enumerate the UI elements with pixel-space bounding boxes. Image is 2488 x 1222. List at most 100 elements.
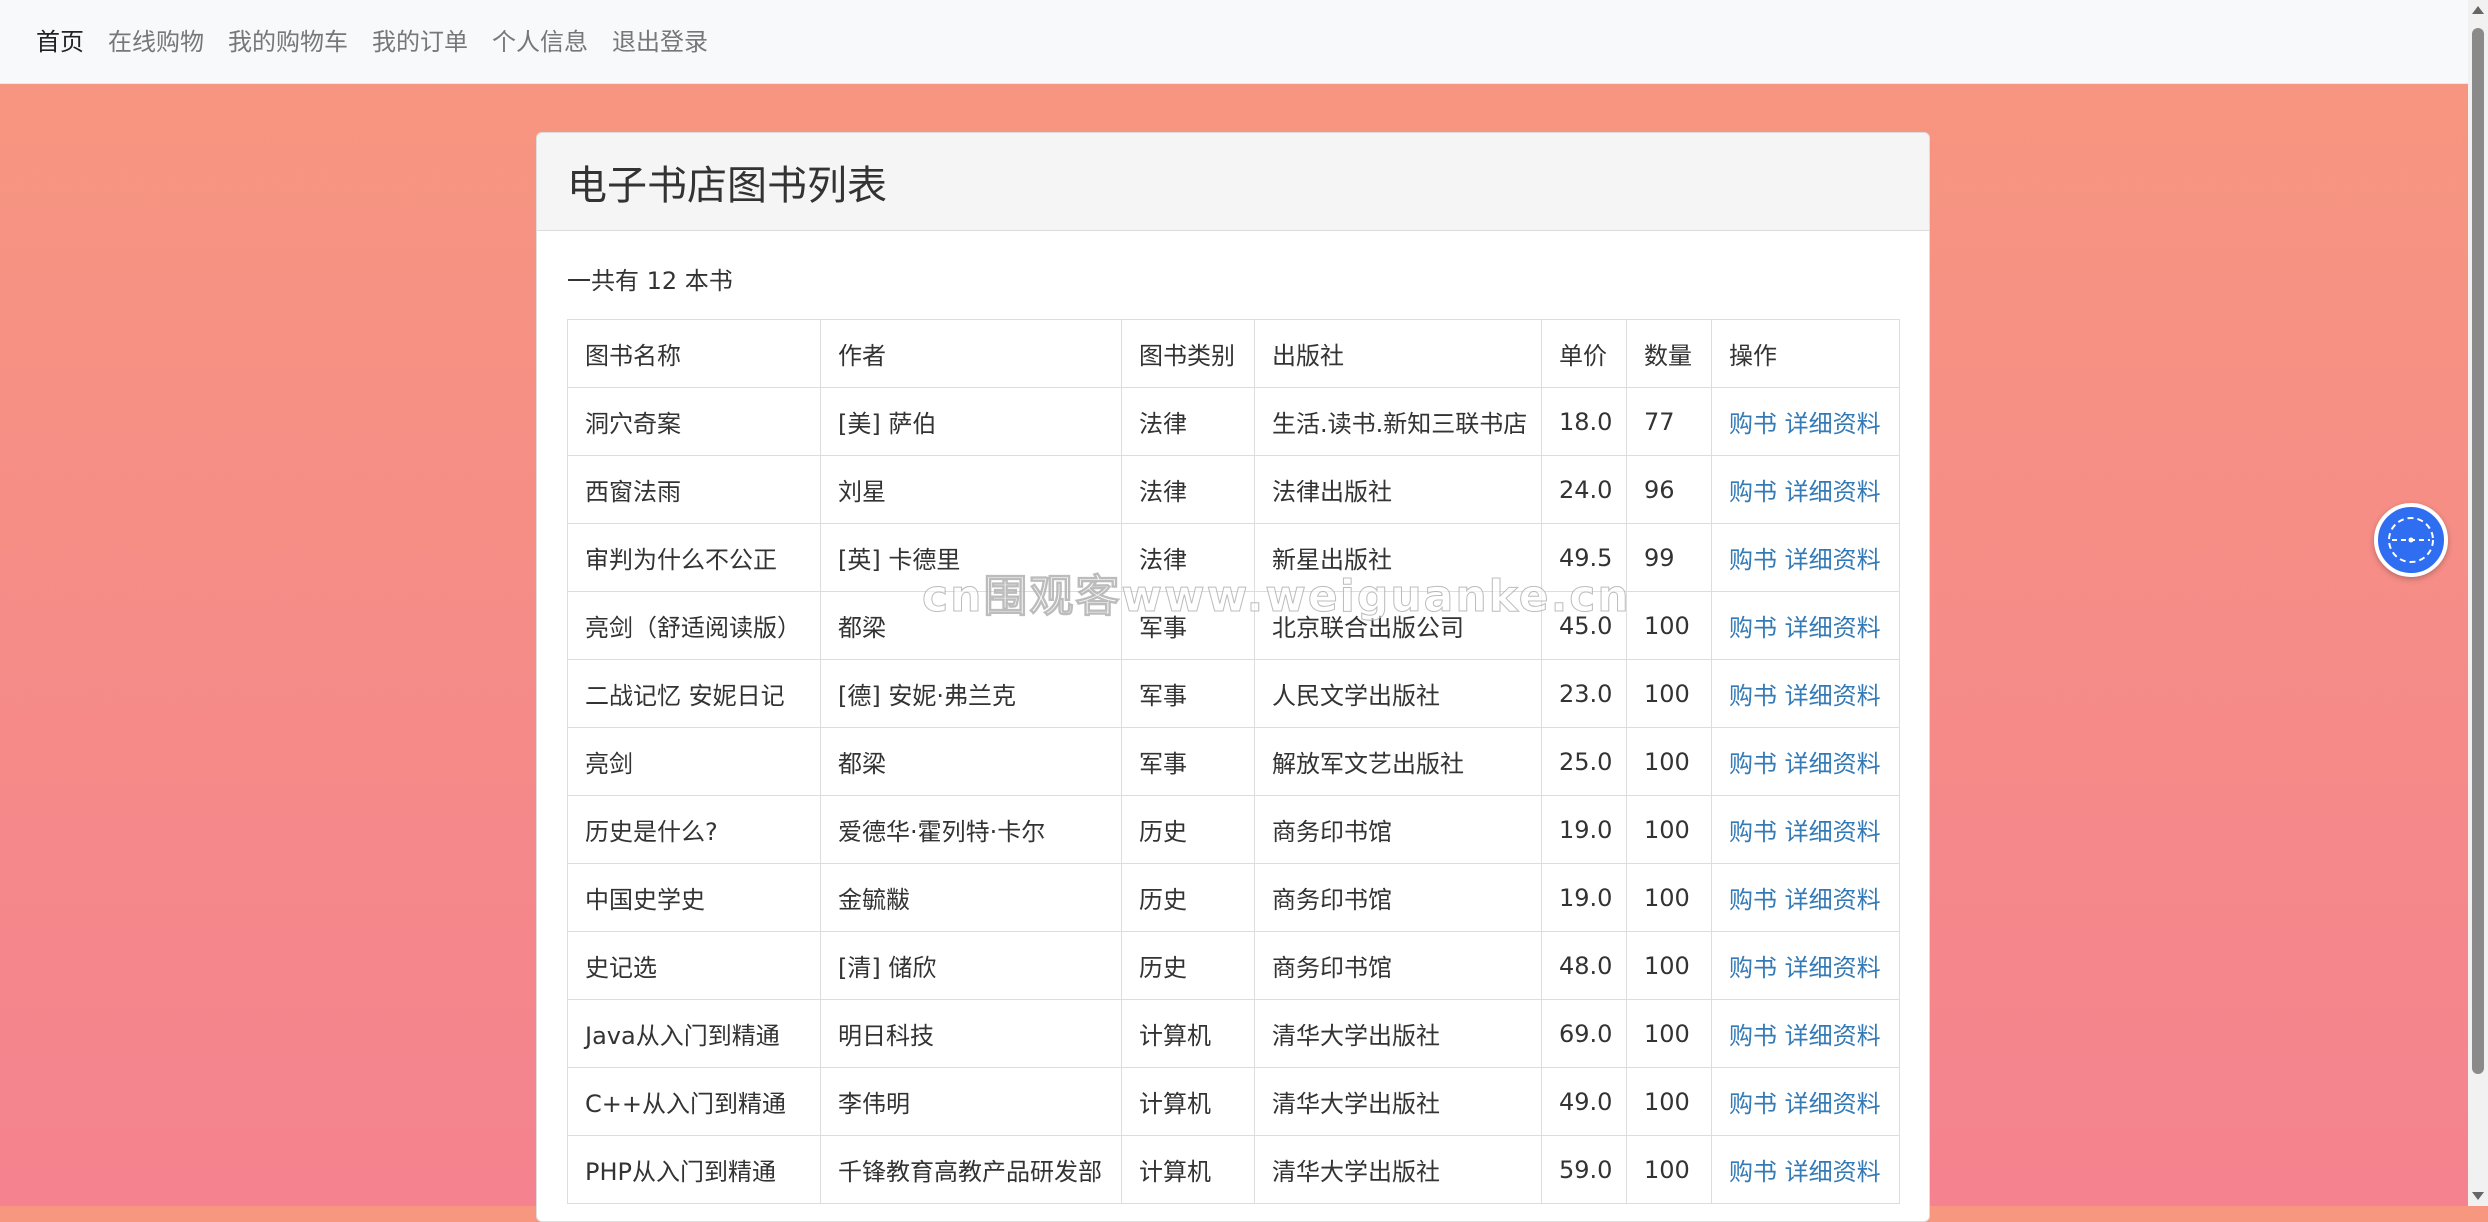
cell-author: [清] 储欣 [820,931,1122,1000]
cell-author: 明日科技 [820,999,1122,1068]
book-details-link[interactable]: 详细资料 [1785,410,1881,438]
cell-price: 19.0 [1541,863,1627,932]
column-header-category: 图书类别 [1121,319,1255,388]
cell-price: 25.0 [1541,727,1627,796]
buy-book-link[interactable]: 购书 [1729,410,1777,438]
cell-actions: 购书 详细资料 [1711,523,1900,592]
column-header-publisher: 出版社 [1254,319,1542,388]
nav-my-orders[interactable]: 我的订单 [372,0,468,84]
book-details-link[interactable]: 详细资料 [1785,682,1881,710]
cell-author: [美] 萨伯 [820,387,1122,456]
cell-quantity: 100 [1626,727,1712,796]
cell-actions: 购书 详细资料 [1711,931,1900,1000]
table-row: 历史是什么? 爱德华·霍列特·卡尔 历史 商务印书馆 19.0 100 购书 详细资料 [567,795,1900,864]
table-row: 亮剑 都梁 军事 解放军文艺出版社 25.0 100 购书 详细资料 [567,727,1900,796]
floating-action-button[interactable] [2374,503,2448,577]
cell-quantity: 100 [1626,1135,1712,1204]
book-details-link[interactable]: 详细资料 [1785,478,1881,506]
cell-publisher: 清华大学出版社 [1254,1067,1542,1136]
cell-author: [德] 安妮·弗兰克 [820,659,1122,728]
cell-quantity: 100 [1626,1067,1712,1136]
table-row: 二战记忆 安妮日记 [德] 安妮·弗兰克 军事 人民文学出版社 23.0 100 购书 详细… [567,659,1900,728]
nav-online-shopping[interactable]: 在线购物 [108,0,204,84]
book-details-link[interactable]: 详细资料 [1785,1022,1881,1050]
buy-book-link[interactable]: 购书 [1729,546,1777,574]
table-row: 洞穴奇案 [美] 萨伯 法律 生活.读书.新知三联书店 18.0 77 购书 详细资料 [567,387,1900,456]
cell-book-name: 亮剑（舒适阅读版） [567,591,821,660]
book-details-link[interactable]: 详细资料 [1785,886,1881,914]
buy-book-link[interactable]: 购书 [1729,886,1777,914]
cell-actions: 购书 详细资料 [1711,591,1900,660]
table-row: 中国史学史 金毓黻 历史 商务印书馆 19.0 100 购书 详细资料 [567,863,1900,932]
cell-author: 爱德华·霍列特·卡尔 [820,795,1122,864]
cell-price: 23.0 [1541,659,1627,728]
cell-book-name: 西窗法雨 [567,455,821,524]
buy-book-link[interactable]: 购书 [1729,478,1777,506]
table-row: 史记选 [清] 储欣 历史 商务印书馆 48.0 100 购书 详细资料 [567,931,1900,1000]
book-details-link[interactable]: 详细资料 [1785,818,1881,846]
book-list-panel: 电子书店图书列表 一共有 12 本书 图书名称 作者 图书类别 出版社 单价 数… [536,132,1930,1222]
nav-profile[interactable]: 个人信息 [492,0,588,84]
cell-quantity: 100 [1626,931,1712,1000]
scroll-down-arrow-icon[interactable] [2472,1192,2484,1200]
cell-price: 59.0 [1541,1135,1627,1204]
cell-book-name: 史记选 [567,931,821,1000]
cell-price: 48.0 [1541,931,1627,1000]
cell-category: 计算机 [1121,1067,1255,1136]
table-row: PHP从入门到精通 千锋教育高教产品研发部 计算机 清华大学出版社 59.0 100 购书 … [567,1135,1900,1204]
cell-book-name: Java从入门到精通 [567,999,821,1068]
column-header-author: 作者 [820,319,1122,388]
book-details-link[interactable]: 详细资料 [1785,1158,1881,1186]
book-table: 图书名称 作者 图书类别 出版社 单价 数量 操作 洞穴奇案 [美] 萨伯 法律 生活… [567,319,1900,1204]
cell-quantity: 100 [1626,999,1712,1068]
cell-book-name: 二战记忆 安妮日记 [567,659,821,728]
buy-book-link[interactable]: 购书 [1729,682,1777,710]
cell-actions: 购书 详细资料 [1711,999,1900,1068]
buy-book-link[interactable]: 购书 [1729,954,1777,982]
book-details-link[interactable]: 详细资料 [1785,1090,1881,1118]
cell-quantity: 96 [1626,455,1712,524]
table-row: 西窗法雨 刘星 法律 法律出版社 24.0 96 购书 详细资料 [567,455,1900,524]
compass-icon [2388,517,2434,563]
nav-home[interactable]: 首页 [36,0,84,84]
nav-logout[interactable]: 退出登录 [612,0,708,84]
book-details-link[interactable]: 详细资料 [1785,750,1881,778]
cell-actions: 购书 详细资料 [1711,455,1900,524]
book-details-link[interactable]: 详细资料 [1785,614,1881,642]
cell-publisher: 法律出版社 [1254,455,1542,524]
book-count: 一共有 12 本书 [567,267,733,295]
cell-book-name: PHP从入门到精通 [567,1135,821,1204]
cell-publisher: 生活.读书.新知三联书店 [1254,387,1542,456]
table-row: Java从入门到精通 明日科技 计算机 清华大学出版社 69.0 100 购书 详细资料 [567,999,1900,1068]
cell-price: 49.5 [1541,523,1627,592]
buy-book-link[interactable]: 购书 [1729,818,1777,846]
scroll-up-arrow-icon[interactable] [2472,6,2484,14]
page-title: 电子书店图书列表 [567,162,887,209]
cell-publisher: 清华大学出版社 [1254,999,1542,1068]
cell-publisher: 清华大学出版社 [1254,1135,1542,1204]
book-details-link[interactable]: 详细资料 [1785,546,1881,574]
cell-actions: 购书 详细资料 [1711,863,1900,932]
cell-actions: 购书 详细资料 [1711,727,1900,796]
column-header-name: 图书名称 [567,319,821,388]
cell-quantity: 100 [1626,659,1712,728]
buy-book-link[interactable]: 购书 [1729,750,1777,778]
cell-price: 69.0 [1541,999,1627,1068]
cell-category: 历史 [1121,795,1255,864]
buy-book-link[interactable]: 购书 [1729,1022,1777,1050]
page-scrollbar[interactable] [2468,0,2488,1206]
scrollbar-thumb[interactable] [2472,28,2484,1074]
panel-body: 一共有 12 本书 图书名称 作者 图书类别 出版社 单价 数量 操作 洞穴奇案… [537,231,1929,1204]
cell-author: 都梁 [820,727,1122,796]
book-details-link[interactable]: 详细资料 [1785,954,1881,982]
cell-book-name: 历史是什么? [567,795,821,864]
cell-category: 计算机 [1121,999,1255,1068]
buy-book-link[interactable]: 购书 [1729,614,1777,642]
cell-category: 历史 [1121,931,1255,1000]
nav-my-cart[interactable]: 我的购物车 [228,0,348,84]
column-header-quantity: 数量 [1626,319,1712,388]
buy-book-link[interactable]: 购书 [1729,1158,1777,1186]
cell-actions: 购书 详细资料 [1711,387,1900,456]
column-header-actions: 操作 [1711,319,1900,388]
buy-book-link[interactable]: 购书 [1729,1090,1777,1118]
